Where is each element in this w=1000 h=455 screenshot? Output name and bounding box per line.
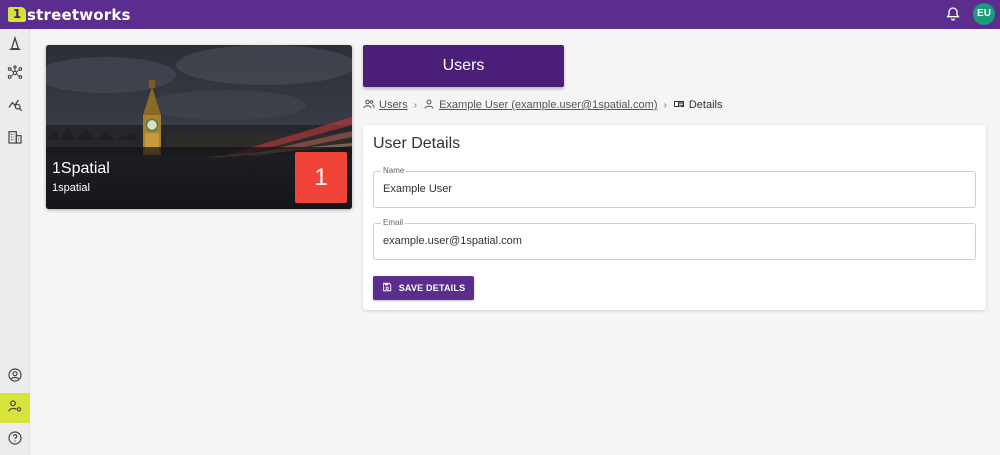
avatar[interactable]: EU — [973, 3, 995, 25]
building-icon — [7, 129, 23, 150]
network-icon — [7, 64, 23, 86]
side-navigation-rail — [0, 29, 30, 455]
user-details-card: User Details Name Email SAVE DETAILS — [363, 125, 986, 310]
users-header-button[interactable]: Users — [363, 45, 564, 87]
breadcrumb-user-link[interactable]: Example User (example.user@1spatial.com) — [439, 99, 657, 111]
help-icon — [7, 430, 23, 451]
organisation-count-badge: 1 — [295, 152, 347, 203]
breadcrumb-details: Details — [673, 98, 723, 113]
rail-cone-button[interactable] — [0, 31, 30, 61]
logo-text: streetworks — [27, 5, 131, 24]
breadcrumb-current: Details — [688, 99, 723, 111]
chart-search-icon — [7, 96, 23, 117]
bell-icon[interactable] — [945, 6, 961, 22]
organisation-name: 1Spatial — [52, 160, 110, 177]
breadcrumb-users[interactable]: Users — [363, 98, 408, 113]
rail-users-button[interactable] — [0, 393, 30, 423]
email-input[interactable] — [383, 235, 963, 247]
breadcrumb-users-link[interactable]: Users — [379, 99, 408, 111]
cone-icon — [7, 35, 23, 57]
email-field[interactable]: Email — [373, 218, 976, 260]
breadcrumb-user[interactable]: Example User (example.user@1spatial.com) — [423, 98, 658, 113]
name-field-label: Name — [381, 166, 407, 175]
users-icon — [363, 98, 379, 113]
user-settings-icon — [7, 398, 23, 419]
organisation-subtitle: 1spatial — [52, 182, 90, 194]
top-app-bar: 1 streetworks EU — [0, 0, 1000, 29]
rail-organisation-button[interactable] — [0, 124, 30, 154]
logo-mark: 1 — [8, 7, 26, 22]
user-icon — [423, 98, 439, 113]
rail-profile-button[interactable] — [0, 362, 30, 392]
name-input[interactable] — [383, 183, 963, 195]
save-details-label: SAVE DETAILS — [398, 283, 466, 293]
breadcrumb-separator: › — [413, 99, 418, 111]
breadcrumb: Users › Example User (example.user@1spat… — [363, 98, 722, 112]
breadcrumb-separator: › — [663, 99, 667, 111]
app-logo[interactable]: 1 streetworks — [8, 0, 131, 29]
rail-analytics-button[interactable] — [0, 91, 30, 121]
save-details-button[interactable]: SAVE DETAILS — [373, 276, 474, 300]
user-circle-icon — [7, 367, 23, 388]
save-icon — [382, 282, 399, 294]
email-field-label: Email — [381, 218, 406, 227]
rail-network-button[interactable] — [0, 60, 30, 90]
organisation-card[interactable]: 1Spatial 1spatial 1 — [46, 45, 352, 209]
name-field[interactable]: Name — [373, 166, 976, 208]
id-card-icon — [673, 98, 689, 113]
details-title: User Details — [373, 135, 461, 152]
rail-help-button[interactable] — [0, 425, 30, 455]
